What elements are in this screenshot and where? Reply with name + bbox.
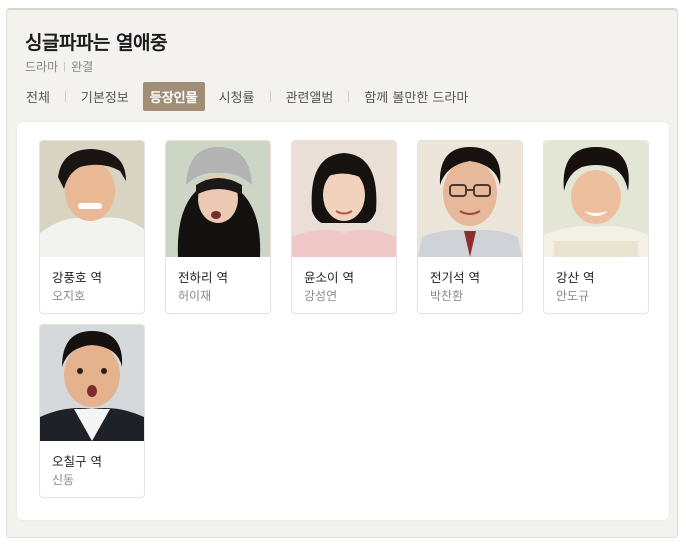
actor-name: 강성연 xyxy=(304,289,338,303)
actor-name: 신동 xyxy=(52,473,75,487)
actor-name: 안도규 xyxy=(556,289,590,303)
tab-all[interactable]: 전체 xyxy=(19,82,57,111)
cast-card[interactable]: 전하리 역 허이재 xyxy=(165,140,271,314)
drama-panel: 싱글파파는 열애중 드라마 완결 전체 기본정보 등장인물 시청률 관련앨범 함… xyxy=(6,8,678,538)
cast-card[interactable]: 강풍호 역 오지호 xyxy=(39,140,145,314)
character-role: 강풍호 역 xyxy=(52,270,102,285)
actor-photo-icon xyxy=(544,141,648,257)
drama-meta: 드라마 완결 xyxy=(25,58,93,75)
tab-similar-dramas[interactable]: 함께 볼만한 드라마 xyxy=(357,82,475,111)
actor-photo-icon xyxy=(292,141,396,257)
cast-card[interactable]: 오칠구 역 신동 xyxy=(39,324,145,498)
tab-ratings[interactable]: 시청률 xyxy=(212,82,262,111)
tab-basic-info[interactable]: 기본정보 xyxy=(74,82,136,111)
cast-card[interactable]: 전기석 역 박찬환 xyxy=(417,140,523,314)
character-role: 오칠구 역 xyxy=(52,454,102,469)
tab-bar: 전체 기본정보 등장인물 시청률 관련앨범 함께 볼만한 드라마 xyxy=(19,82,475,111)
character-role: 전하리 역 xyxy=(178,270,228,285)
actor-name: 허이재 xyxy=(178,289,212,303)
character-role: 강산 역 xyxy=(556,270,595,285)
genre-label: 드라마 xyxy=(25,60,59,74)
cast-card[interactable]: 강산 역 안도규 xyxy=(543,140,649,314)
page-title: 싱글파파는 열애중 xyxy=(25,32,167,54)
actor-photo-icon xyxy=(40,325,144,441)
tab-related-album[interactable]: 관련앨범 xyxy=(279,82,341,111)
tab-divider xyxy=(269,91,271,102)
tab-characters[interactable]: 등장인물 xyxy=(142,82,205,111)
actor-photo-icon xyxy=(40,141,144,257)
tab-divider xyxy=(348,91,350,102)
meta-divider xyxy=(64,61,66,72)
status-label: 완결 xyxy=(71,60,94,74)
cast-card[interactable]: 윤소이 역 강성연 xyxy=(291,140,397,314)
cast-list: 강풍호 역 오지호 전하리 역 허이재 윤소이 역 강성연 전기석 역 박찬환 … xyxy=(17,122,669,520)
actor-name: 오지호 xyxy=(52,289,86,303)
actor-photo-icon xyxy=(418,141,522,257)
character-role: 윤소이 역 xyxy=(304,270,354,285)
actor-name: 박찬환 xyxy=(430,289,464,303)
actor-photo-icon xyxy=(166,141,270,257)
character-role: 전기석 역 xyxy=(430,270,480,285)
tab-divider xyxy=(64,91,66,102)
